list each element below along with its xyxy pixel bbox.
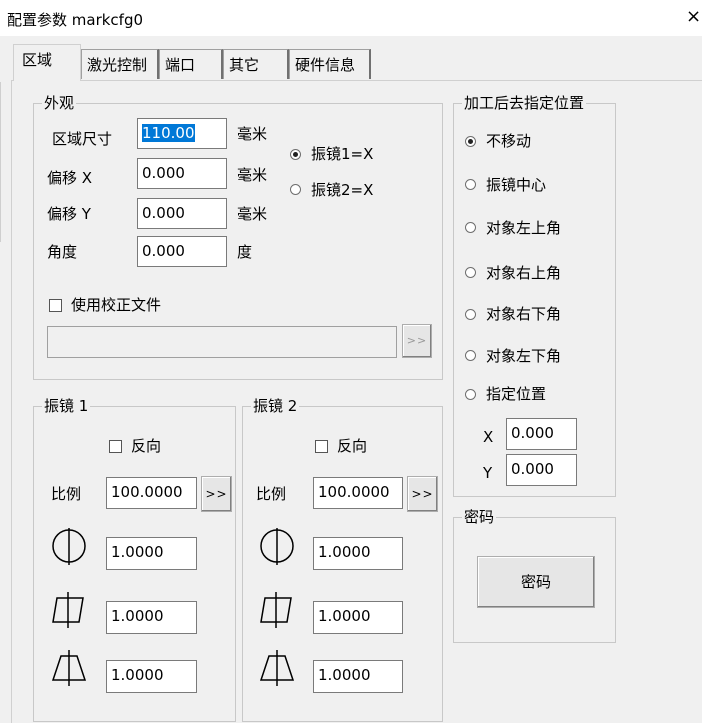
left-edge-strip <box>0 82 4 242</box>
galvo1-param3-input[interactable]: 1.0000 <box>106 660 197 693</box>
title-bar: 配置参数 markcfg0 × <box>0 0 702 36</box>
object-bottom-left-label[interactable]: 对象左下角 <box>486 347 561 365</box>
galvo2-parallelogram-icon <box>260 592 292 628</box>
galvo2-circle-line-icon <box>260 528 294 565</box>
no-move-label[interactable]: 不移动 <box>486 132 531 150</box>
window-title: 配置参数 markcfg0 <box>7 11 144 29</box>
tab-other[interactable]: 其它 <box>223 49 289 79</box>
correction-file-field[interactable] <box>47 326 397 358</box>
tab-port[interactable]: 端口 <box>159 49 223 79</box>
galvo2-param2-input[interactable]: 1.0000 <box>313 601 403 634</box>
galvo-center-radio[interactable] <box>465 179 476 190</box>
galvo2-trapezoid-icon <box>259 650 295 686</box>
use-correction-checkbox[interactable] <box>49 299 62 312</box>
area-size-unit: 毫米 <box>237 125 268 143</box>
after-process-legend: 加工后去指定位置 <box>462 94 587 112</box>
galvo2-reverse-checkbox[interactable] <box>315 440 328 453</box>
galvo1-param2-input[interactable]: 1.0000 <box>106 601 197 634</box>
appearance-legend: 外观 <box>42 94 77 112</box>
galvo1-scale-input[interactable]: 100.0000 <box>106 477 197 509</box>
angle-label: 角度 <box>47 243 78 261</box>
object-top-right-radio[interactable] <box>465 267 476 278</box>
angle-input[interactable]: 0.000 <box>137 236 227 267</box>
galvo1-x-radio[interactable] <box>290 149 301 160</box>
galvo2-x-radio[interactable] <box>290 184 301 195</box>
galvo2-scale-button[interactable]: >> <box>407 476 438 512</box>
galvo2-param3-input[interactable]: 1.0000 <box>313 660 403 693</box>
galvo1-reverse-label[interactable]: 反向 <box>131 437 161 455</box>
tab-hardware-info[interactable]: 硬件信息 <box>289 49 371 79</box>
galvo2-param1-input[interactable]: 1.0000 <box>313 537 403 570</box>
tab-area[interactable]: 区域 <box>13 44 81 81</box>
specified-position-label[interactable]: 指定位置 <box>486 385 546 403</box>
galvo2-scale-label: 比例 <box>256 485 287 503</box>
galvo1-x-label[interactable]: 振镜1=X <box>311 145 373 163</box>
use-correction-label[interactable]: 使用校正文件 <box>71 296 161 314</box>
position-y-input[interactable]: 0.000 <box>506 454 577 486</box>
galvo1-legend: 振镜 1 <box>42 397 91 415</box>
correction-browse-button[interactable]: >> <box>402 324 432 358</box>
galvo1-trapezoid-icon <box>51 650 87 686</box>
galvo-center-label[interactable]: 振镜中心 <box>486 176 546 194</box>
galvo1-parallelogram-icon <box>52 592 84 628</box>
area-size-input[interactable]: 110.00 <box>137 118 227 149</box>
galvo1-circle-line-icon <box>52 528 86 565</box>
close-icon[interactable]: × <box>686 6 702 28</box>
object-bottom-right-label[interactable]: 对象右下角 <box>486 305 561 323</box>
password-legend: 密码 <box>462 508 497 526</box>
galvo1-scale-button[interactable]: >> <box>201 476 232 512</box>
galvo2-scale-input[interactable]: 100.0000 <box>313 477 403 509</box>
offset-y-unit: 毫米 <box>237 205 268 223</box>
offset-x-unit: 毫米 <box>237 166 268 184</box>
galvo2-reverse-label[interactable]: 反向 <box>337 437 367 455</box>
object-bottom-left-radio[interactable] <box>465 350 476 361</box>
offset-y-input[interactable]: 0.000 <box>137 198 227 229</box>
position-y-label: Y <box>483 464 493 482</box>
area-size-label: 区域尺寸 <box>52 130 113 148</box>
password-button[interactable]: 密码 <box>477 556 595 608</box>
specified-position-radio[interactable] <box>465 389 476 400</box>
object-top-right-label[interactable]: 对象右上角 <box>486 264 561 282</box>
position-x-label: X <box>483 428 494 446</box>
object-bottom-right-radio[interactable] <box>465 309 476 320</box>
object-top-left-radio[interactable] <box>465 222 476 233</box>
object-top-left-label[interactable]: 对象左上角 <box>486 219 561 237</box>
tab-laser-control[interactable]: 激光控制 <box>81 49 159 79</box>
offset-y-label: 偏移 Y <box>47 205 91 223</box>
offset-x-input[interactable]: 0.000 <box>137 158 227 189</box>
no-move-radio[interactable] <box>465 136 476 147</box>
galvo1-scale-label: 比例 <box>51 485 82 503</box>
galvo1-reverse-checkbox[interactable] <box>109 440 122 453</box>
galvo2-x-label[interactable]: 振镜2=X <box>311 181 373 199</box>
galvo1-param1-input[interactable]: 1.0000 <box>106 537 197 570</box>
galvo2-legend: 振镜 2 <box>251 397 300 415</box>
offset-x-label: 偏移 X <box>47 169 93 187</box>
angle-unit: 度 <box>237 243 253 261</box>
position-x-input[interactable]: 0.000 <box>506 418 577 450</box>
